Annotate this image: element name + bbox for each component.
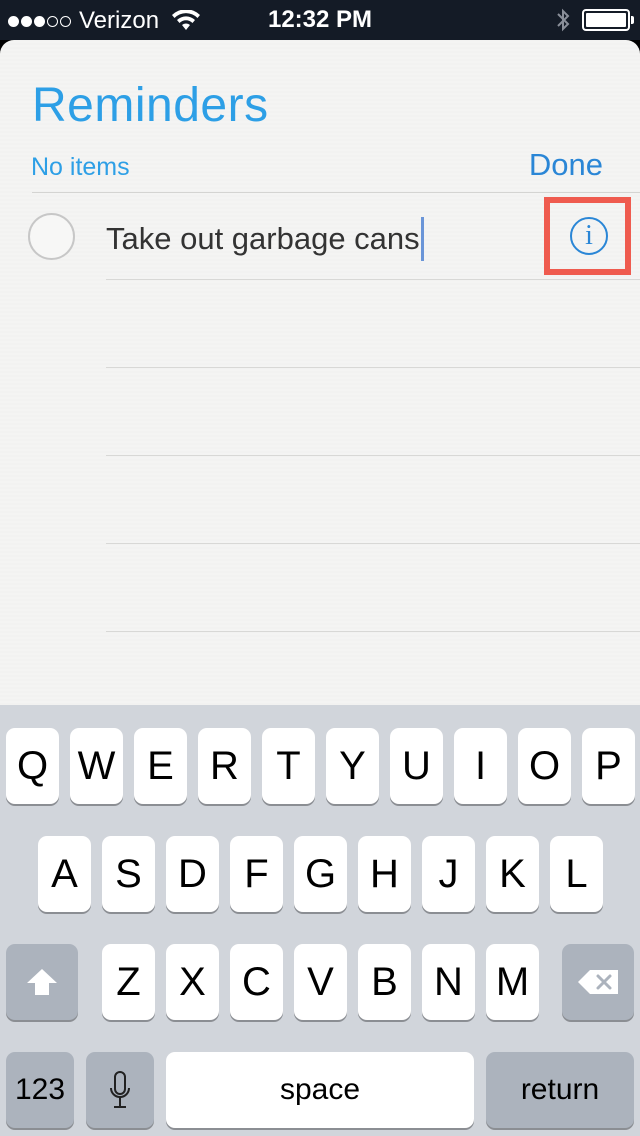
row-divider <box>106 367 640 368</box>
status-bar: Verizon 12:32 PM <box>0 0 640 40</box>
key-w[interactable]: W <box>70 728 123 804</box>
key-l[interactable]: L <box>550 836 603 912</box>
key-k[interactable]: K <box>486 836 539 912</box>
dictation-key[interactable] <box>86 1052 154 1128</box>
battery-fill <box>586 13 626 27</box>
status-time: 12:32 PM <box>267 6 373 33</box>
key-p[interactable]: P <box>582 728 635 804</box>
key-c[interactable]: C <box>230 944 283 1020</box>
key-e[interactable]: E <box>134 728 187 804</box>
key-v[interactable]: V <box>294 944 347 1020</box>
key-z[interactable]: Z <box>102 944 155 1020</box>
done-button[interactable]: Done <box>529 147 603 183</box>
key-u[interactable]: U <box>390 728 443 804</box>
key-i[interactable]: I <box>454 728 507 804</box>
status-right <box>556 8 634 32</box>
shift-key[interactable] <box>6 944 78 1020</box>
bluetooth-icon <box>557 8 570 32</box>
complete-checkbox[interactable] <box>28 213 75 260</box>
key-n[interactable]: N <box>422 944 475 1020</box>
key-r[interactable]: R <box>198 728 251 804</box>
info-icon[interactable]: i <box>570 217 608 255</box>
shift-icon <box>27 969 57 995</box>
numbers-key[interactable]: 123 <box>6 1052 74 1128</box>
key-b[interactable]: B <box>358 944 411 1020</box>
reminder-text: Take out garbage cans <box>106 221 420 256</box>
text-cursor <box>420 217 424 261</box>
key-x[interactable]: X <box>166 944 219 1020</box>
key-d[interactable]: D <box>166 836 219 912</box>
microphone-icon <box>110 1071 130 1108</box>
list-title: Reminders <box>32 79 269 132</box>
return-key[interactable]: return <box>486 1052 634 1128</box>
reminder-text-field[interactable]: Take out garbage cans <box>106 217 424 261</box>
key-g[interactable]: G <box>294 836 347 912</box>
battery-icon <box>582 9 634 31</box>
key-q[interactable]: Q <box>6 728 59 804</box>
key-a[interactable]: A <box>38 836 91 912</box>
key-h[interactable]: H <box>358 836 411 912</box>
row-divider <box>106 455 640 456</box>
info-button-highlight[interactable]: i <box>544 197 631 275</box>
row-divider <box>106 631 640 632</box>
reminders-card: Reminders No items Done Take out garbage… <box>0 40 640 705</box>
reminder-row[interactable]: Take out garbage cans i <box>0 193 640 279</box>
key-y[interactable]: Y <box>326 728 379 804</box>
backspace-icon <box>578 970 618 994</box>
backspace-key[interactable] <box>562 944 634 1020</box>
key-s[interactable]: S <box>102 836 155 912</box>
keyboard: Q W E R T Y U I O P A S D F G H J K L Z … <box>0 705 640 1136</box>
row-divider <box>106 543 640 544</box>
key-f[interactable]: F <box>230 836 283 912</box>
key-t[interactable]: T <box>262 728 315 804</box>
row-divider <box>106 279 640 280</box>
key-j[interactable]: J <box>422 836 475 912</box>
space-key[interactable]: space <box>166 1052 474 1128</box>
items-count: No items <box>31 153 130 181</box>
key-m[interactable]: M <box>486 944 539 1020</box>
key-o[interactable]: O <box>518 728 571 804</box>
